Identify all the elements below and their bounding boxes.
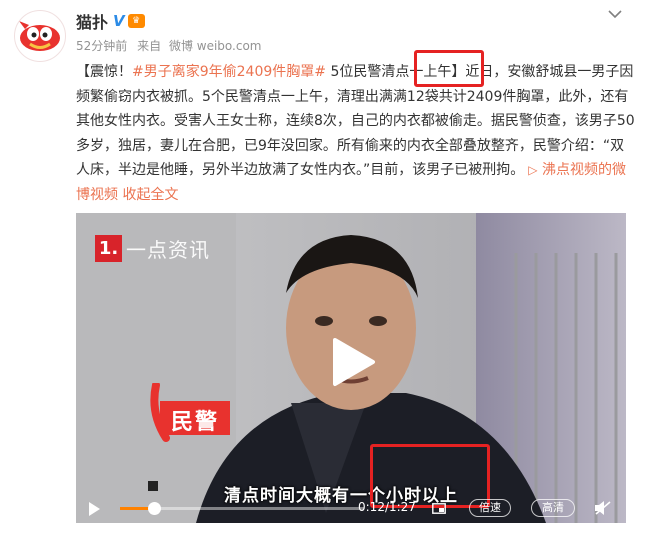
collapse-text-link[interactable]: 收起全文 bbox=[122, 187, 178, 203]
post-time[interactable]: 52分钟前 bbox=[76, 39, 127, 53]
chevron-down-icon[interactable] bbox=[605, 6, 625, 22]
watermark-text: 一点资讯 bbox=[126, 238, 210, 262]
video-player[interactable]: 1. 一点资讯 民警 清点时间大概有一个小时以上 0:12/1:27 倍速 高清 bbox=[76, 213, 626, 523]
name-tag-label: 民警 bbox=[171, 410, 220, 435]
volume-muted-icon[interactable] bbox=[594, 500, 612, 516]
time-display: 0:12/1:27 bbox=[358, 500, 416, 514]
member-crown-icon: ♛ bbox=[127, 14, 145, 28]
close-bracket: 】 bbox=[451, 64, 466, 80]
watermark-number: 1. bbox=[95, 235, 122, 262]
video-link-icon: ▷ bbox=[528, 163, 538, 177]
progress-bar[interactable] bbox=[120, 502, 364, 515]
post-text: 【震惊！#男子离家9年偷2409件胸罩# 5位民警清点一上午】近日，安徽舒城县一… bbox=[76, 60, 636, 207]
author-name[interactable]: 猫扑 bbox=[76, 9, 108, 33]
source-prefix: 来自 bbox=[137, 39, 162, 53]
speed-button[interactable]: 倍速 bbox=[469, 499, 511, 517]
picture-in-picture-icon[interactable] bbox=[432, 503, 446, 514]
progress-knob[interactable] bbox=[147, 502, 161, 515]
post-meta: 52分钟前 来自 微博 weibo.com bbox=[76, 37, 262, 54]
mop-logo-icon bbox=[19, 21, 60, 51]
play-icon[interactable] bbox=[86, 501, 102, 517]
post-headline: 5位民警清点一上午 bbox=[326, 64, 452, 80]
hashtag-link[interactable]: #男子离家9年偷2409件胸罩# bbox=[132, 64, 326, 80]
source-link[interactable]: 微博 weibo.com bbox=[169, 39, 262, 53]
author-row: 猫扑 V ♛ bbox=[76, 10, 145, 32]
watermark: 1. 一点资讯 bbox=[95, 234, 210, 263]
post-body: 近日，安徽舒城县一男子因频繁偷窃内衣被抓。5个民警清点一上午，清理出满满12袋共… bbox=[76, 64, 635, 178]
quality-button[interactable]: 高清 bbox=[531, 499, 575, 517]
avatar[interactable] bbox=[14, 10, 66, 62]
name-tag: 民警 bbox=[146, 383, 246, 443]
video-controls: 0:12/1:27 倍速 高清 bbox=[76, 493, 626, 523]
open-bracket: 【 bbox=[76, 64, 90, 80]
verified-badge-icon: V bbox=[113, 12, 125, 30]
post-lead: 震惊！ bbox=[90, 64, 132, 80]
play-icon[interactable] bbox=[329, 336, 377, 388]
